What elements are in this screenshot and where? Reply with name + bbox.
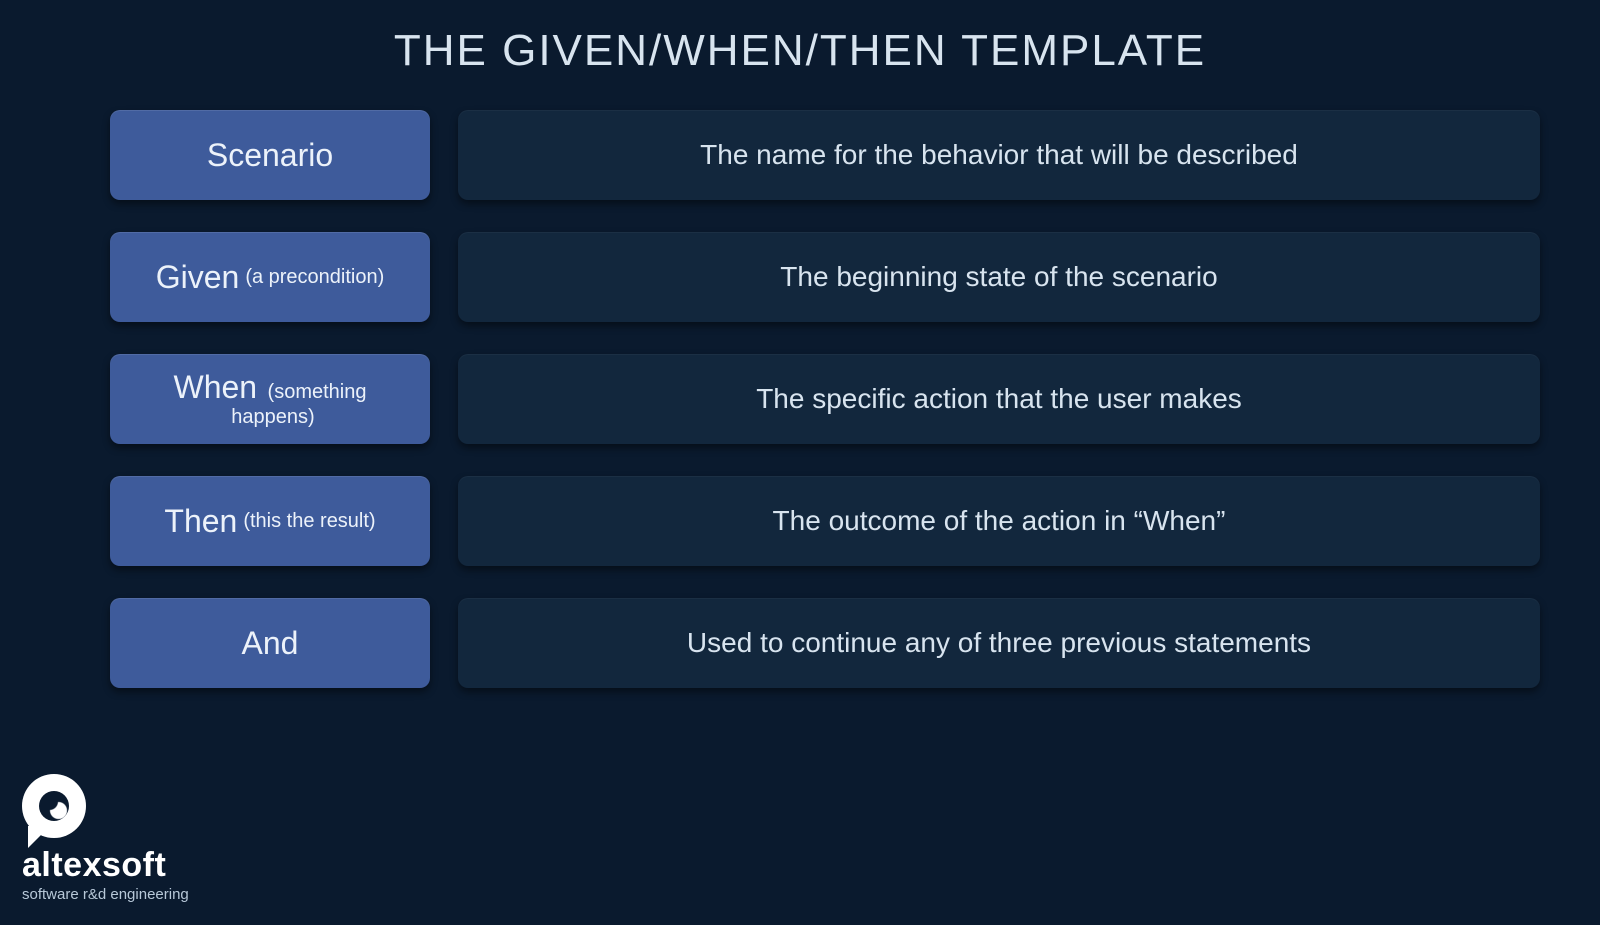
keyword-label: When (174, 369, 258, 405)
keyword-note-part2: happens) (231, 406, 314, 429)
keyword-scenario: Scenario (110, 110, 430, 200)
brand-tagline: software r&d engineering (22, 886, 189, 903)
desc-given: The beginning state of the scenario (458, 232, 1540, 322)
row-when: When (something happens) The specific ac… (110, 354, 1540, 444)
keyword-and: And (110, 598, 430, 688)
keyword-note: (a precondition) (245, 266, 384, 289)
keyword-label: Scenario (207, 137, 333, 174)
row-and: And Used to continue any of three previo… (110, 598, 1540, 688)
page-title: THE GIVEN/WHEN/THEN TEMPLATE (0, 0, 1600, 90)
desc-then: The outcome of the action in “When” (458, 476, 1540, 566)
keyword-when: When (something happens) (110, 354, 430, 444)
desc-scenario: The name for the behavior that will be d… (458, 110, 1540, 200)
brand-block: altexsoft software r&d engineering (22, 774, 189, 903)
keyword-note: (this the result) (243, 510, 375, 533)
keyword-label: And (242, 625, 299, 662)
row-then: Then (this the result) The outcome of th… (110, 476, 1540, 566)
desc-when: The specific action that the user makes (458, 354, 1540, 444)
desc-and: Used to continue any of three previous s… (458, 598, 1540, 688)
keyword-then: Then (this the result) (110, 476, 430, 566)
keyword-note-part1: (something (268, 381, 367, 403)
keyword-label: Then (164, 503, 237, 540)
keyword-label: Given (156, 259, 240, 296)
brand-logo-icon (22, 774, 86, 838)
template-rows: Scenario The name for the behavior that … (0, 90, 1600, 688)
row-scenario: Scenario The name for the behavior that … (110, 110, 1540, 200)
row-given: Given (a precondition) The beginning sta… (110, 232, 1540, 322)
brand-name: altexsoft (22, 848, 189, 882)
keyword-given: Given (a precondition) (110, 232, 430, 322)
brand-swirl-icon (39, 791, 69, 821)
